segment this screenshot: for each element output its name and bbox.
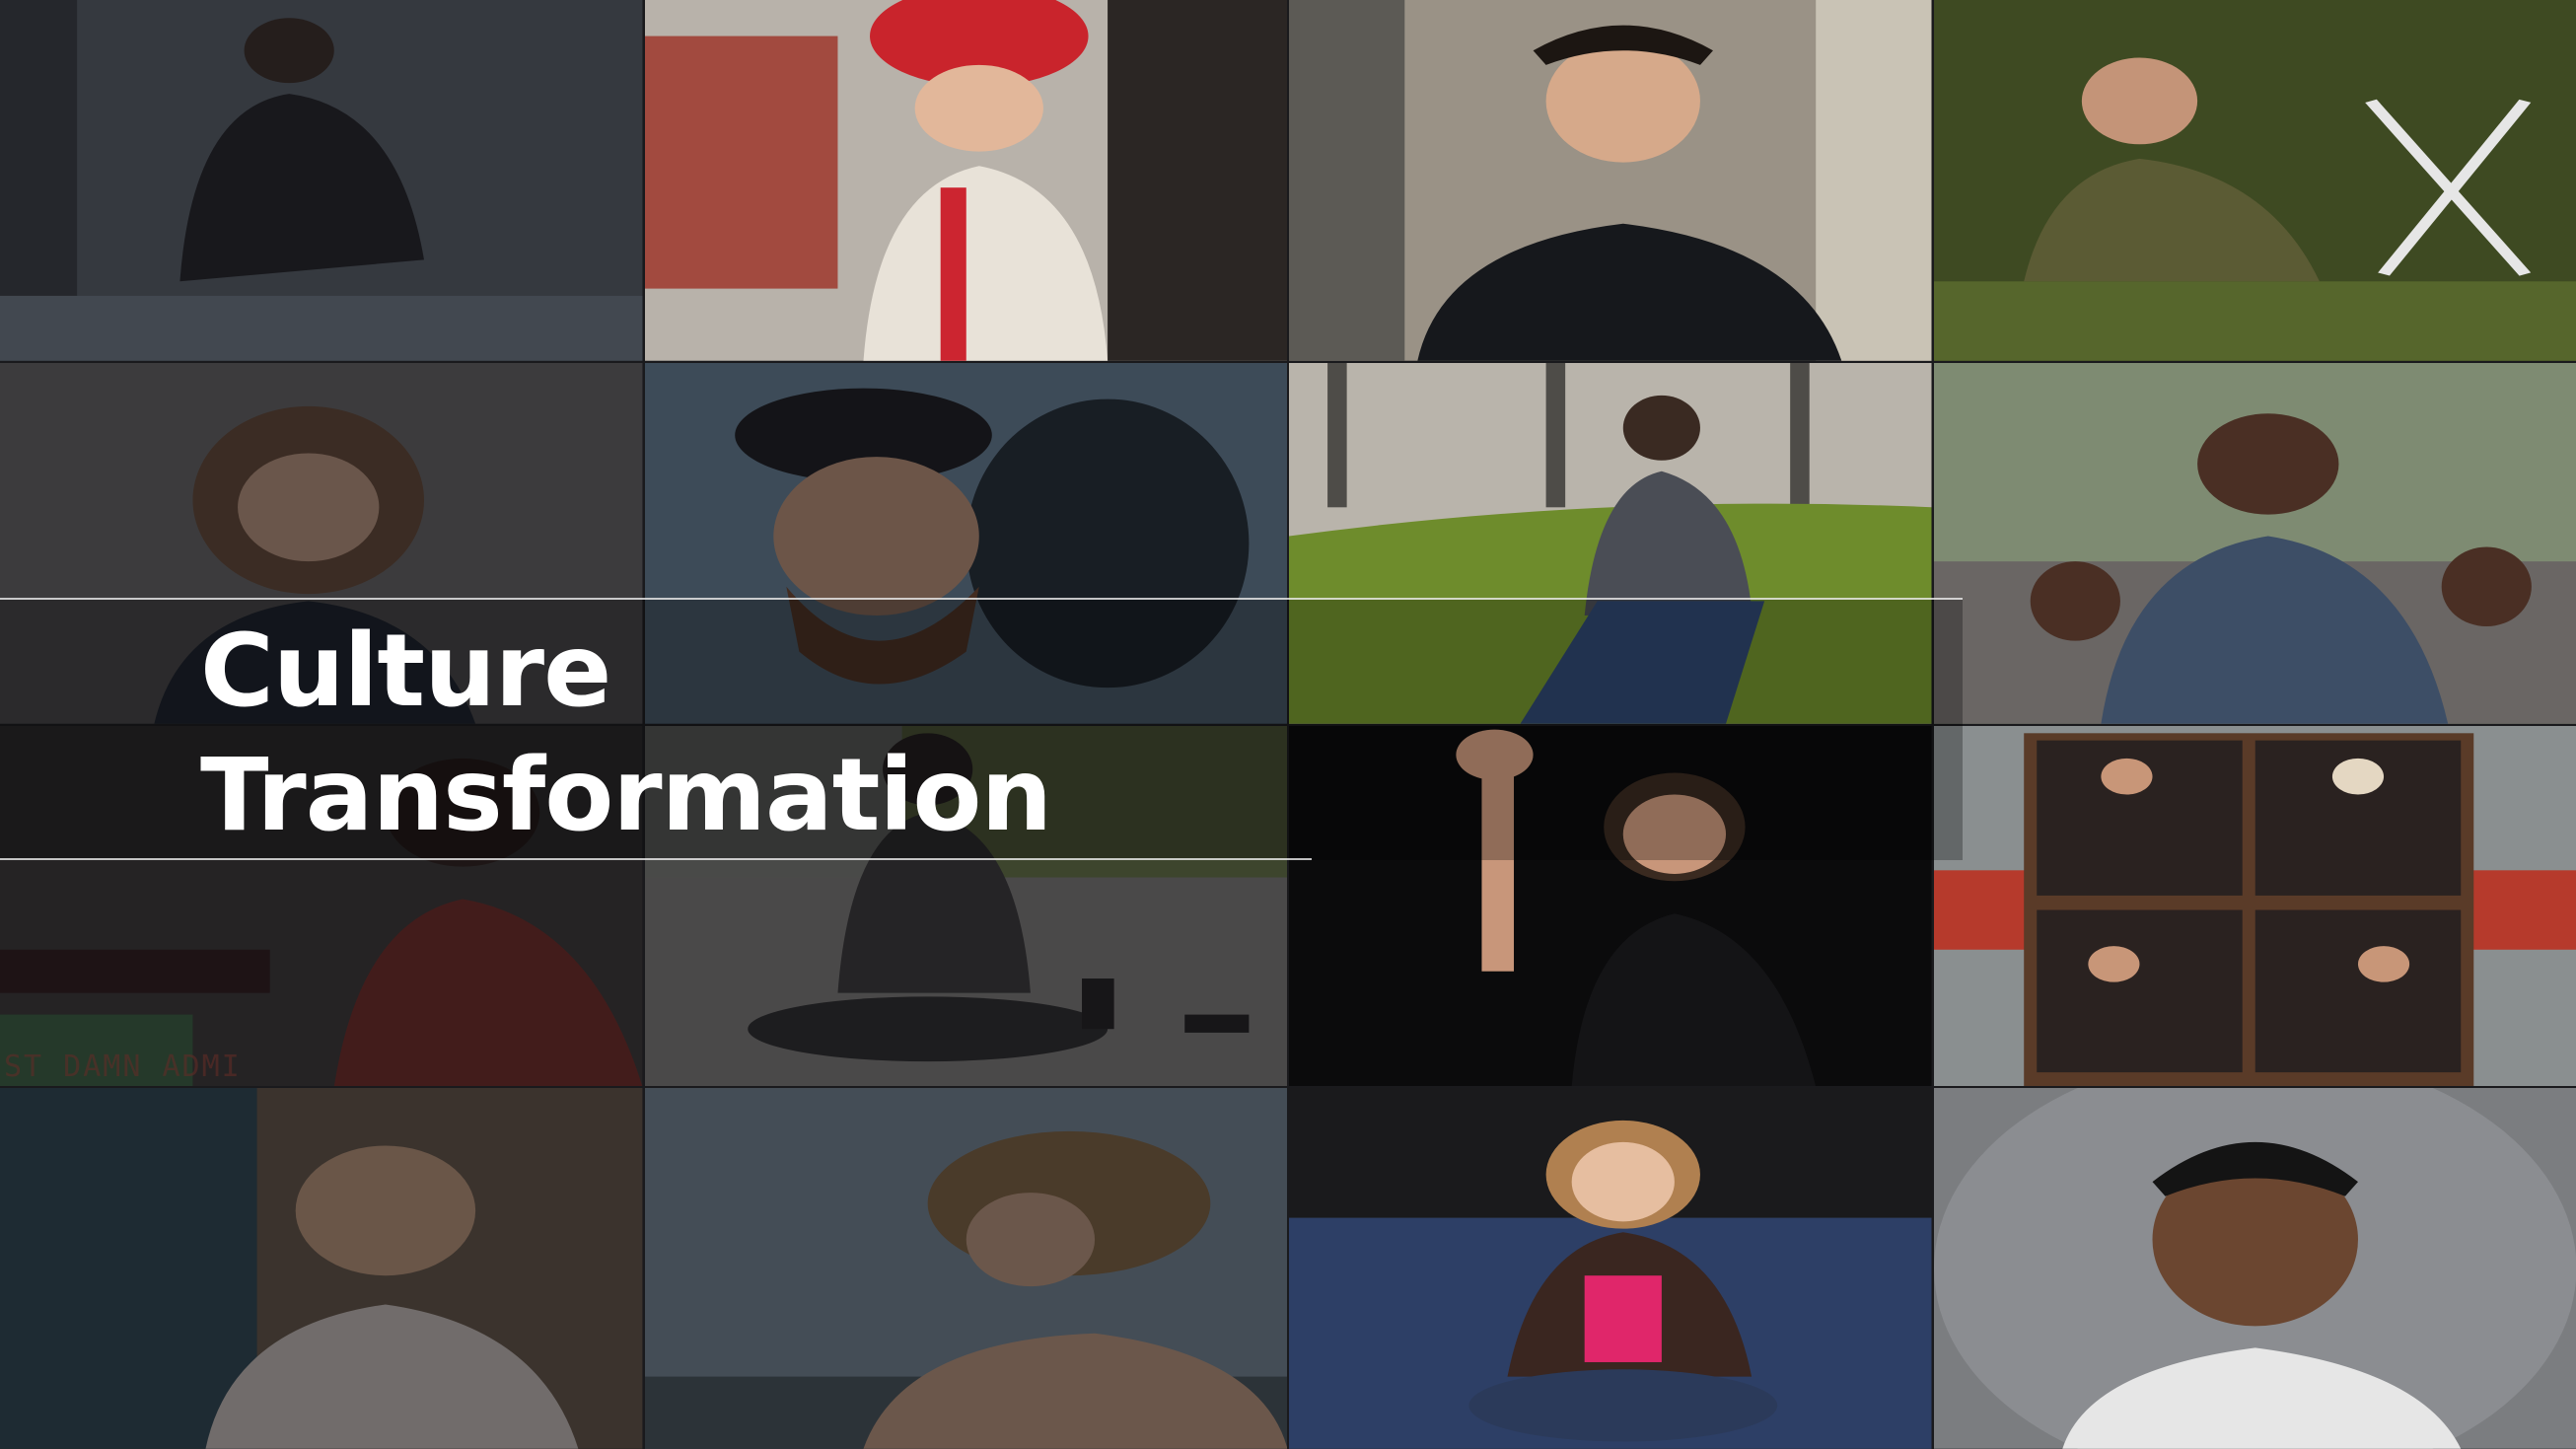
photo-woman-on-sofa [1289, 1088, 1932, 1449]
title-rule-bottom [0, 858, 1312, 860]
photo-man-dark-background [1933, 1088, 2576, 1449]
photo-woman-denim-jacket [1933, 362, 2576, 724]
slide-title-line-2: Transformation [200, 737, 1052, 854]
photo-woman-with-glasses [644, 1088, 1287, 1449]
photo-woman-red-hat [644, 0, 1287, 361]
slide: ST DAMN ADMI Culture Transformation [0, 0, 2576, 1449]
photo-man-corridor [1289, 0, 1932, 361]
slide-title: Culture Transformation [200, 610, 1052, 858]
title-rule-top [0, 598, 1963, 600]
photo-man-with-shears [1933, 0, 2576, 361]
photo-people-in-boxes [1933, 725, 2576, 1087]
slide-title-line-1: Culture [200, 613, 611, 730]
background-display-text: ST DAMN ADMI [4, 1049, 242, 1084]
photo-older-man-portrait [0, 1088, 643, 1449]
photo-man-at-table [0, 0, 643, 361]
